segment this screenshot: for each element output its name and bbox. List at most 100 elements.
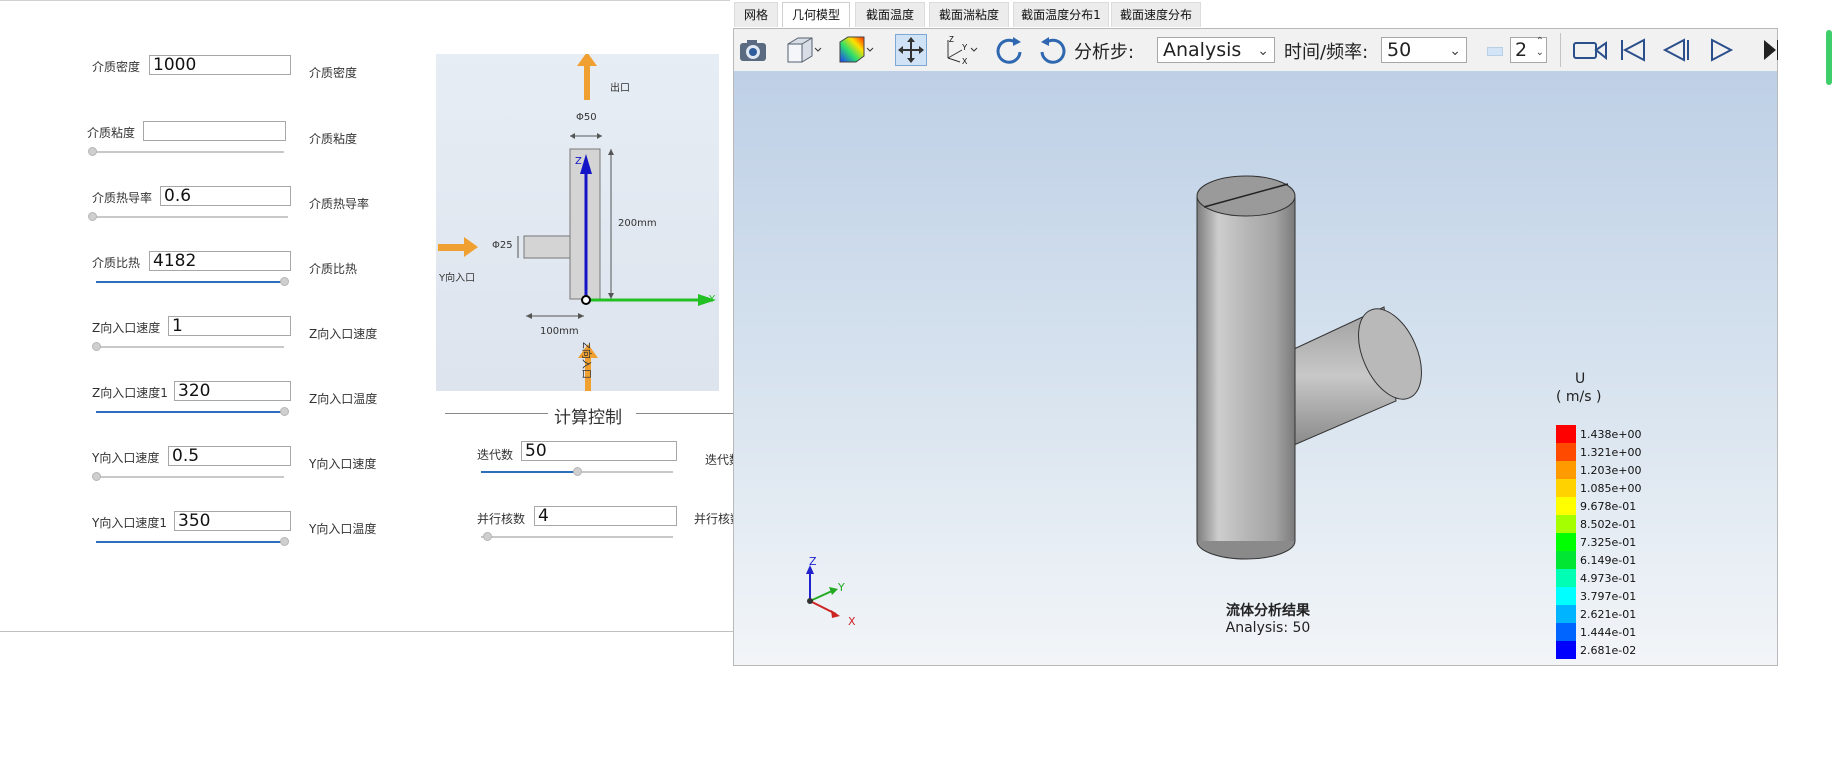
phi50-label: Φ50: [576, 112, 597, 123]
param-slider-knob[interactable]: [92, 342, 101, 351]
param-input[interactable]: [168, 316, 291, 336]
legend-swatch: [1556, 497, 1576, 515]
legend-swatch: [1556, 515, 1576, 533]
time-frequency-value: 50: [1387, 39, 1412, 61]
param-slider[interactable]: [96, 407, 289, 416]
rotate-ccw-icon[interactable]: [1037, 34, 1069, 66]
param-input[interactable]: [143, 121, 286, 141]
play-icon[interactable]: [1704, 34, 1736, 66]
param-slider[interactable]: [92, 342, 284, 351]
record-icon[interactable]: [1571, 34, 1609, 66]
param-input[interactable]: [149, 55, 291, 75]
svg-text:Y: Y: [962, 43, 968, 52]
legend-value: 7.325e-01: [1580, 536, 1637, 549]
rotate-cw-icon[interactable]: [993, 34, 1025, 66]
mini-slider-icon[interactable]: [1487, 47, 1503, 56]
param-label: 介质密度: [92, 60, 141, 74]
legend-value: 1.444e-01: [1580, 626, 1637, 639]
param-slider[interactable]: [88, 147, 284, 156]
cube-view-icon[interactable]: [784, 34, 822, 66]
param-input[interactable]: [174, 511, 291, 531]
analysis-step-select[interactable]: Analysis ⌄: [1157, 37, 1275, 63]
param-slider-knob[interactable]: [88, 147, 97, 156]
tee-pipe-diagram: 出口 Φ50 Φ25 200mm 100mm Y向入口 Z向入口 Z Y: [436, 54, 719, 391]
y-inlet-label: Y向入口: [439, 273, 476, 284]
param-slider-knob[interactable]: [280, 407, 289, 416]
chevron-down-icon: ⌄: [1449, 43, 1461, 59]
tab-2[interactable]: 截面温度: [855, 2, 925, 27]
legend-value: 1.321e+00: [1580, 446, 1642, 459]
param-slider[interactable]: [92, 472, 284, 481]
param-slider-fill: [96, 281, 284, 283]
last-frame-icon[interactable]: [1758, 34, 1778, 66]
param-input[interactable]: [174, 381, 291, 401]
svg-text:X: X: [962, 57, 968, 66]
iterations-label: 迭代数: [477, 448, 514, 462]
viewer-toolbar: ZYX 分析步: Analysis ⌄ 时间/频率: 50 ⌄ 2 ⌃ ⌄: [734, 29, 1778, 72]
z-inlet-label: Z向入口: [580, 342, 591, 379]
frame-spinner[interactable]: 2 ⌃ ⌄: [1510, 36, 1547, 63]
param-label: Z向入口速度: [92, 321, 161, 335]
cores-slider-knob[interactable]: [483, 532, 492, 541]
param-slider[interactable]: [96, 537, 289, 546]
scrollbar-thumb[interactable]: [1826, 30, 1832, 85]
legend-swatch: [1556, 533, 1576, 551]
legend-swatch: [1556, 461, 1576, 479]
result-caption-sub: Analysis: 50: [1225, 620, 1311, 636]
param-right-label: 介质比热: [309, 262, 358, 276]
param-slider-knob[interactable]: [280, 537, 289, 546]
section-rule-right: [636, 413, 733, 414]
tab-5[interactable]: 截面速度分布: [1111, 2, 1201, 27]
param-right-label: 介质热导率: [309, 197, 370, 211]
camera-icon[interactable]: [737, 34, 769, 66]
param-label: 介质热导率: [92, 191, 153, 205]
color-map-icon[interactable]: [836, 34, 874, 66]
param-label: 介质粘度: [87, 126, 136, 140]
triad-x-label: X: [848, 615, 856, 628]
height-label: 200mm: [618, 218, 657, 229]
legend-swatch: [1556, 569, 1576, 587]
legend-swatch: [1556, 623, 1576, 641]
param-input[interactable]: [149, 251, 291, 271]
tab-1[interactable]: 几何模型: [782, 2, 850, 27]
spinner-arrows-icon[interactable]: ⌃ ⌄: [1536, 36, 1544, 58]
param-slider-knob[interactable]: [88, 212, 97, 221]
top-divider: [0, 0, 730, 1]
diagram-y-axis-label: Y: [709, 294, 716, 305]
legend-value: 1.085e+00: [1580, 482, 1642, 495]
legend-value: 9.678e-01: [1580, 500, 1637, 513]
prev-frame-icon[interactable]: [1660, 34, 1692, 66]
bottom-divider: [0, 631, 733, 632]
legend-swatch: [1556, 551, 1576, 569]
cores-input[interactable]: [534, 506, 677, 526]
iterations-input[interactable]: [521, 441, 677, 461]
iterations-slider[interactable]: [481, 467, 673, 476]
time-frequency-select[interactable]: 50 ⌄: [1381, 37, 1467, 63]
cores-slider[interactable]: [481, 532, 673, 541]
calc-section-title: 计算控制: [554, 408, 622, 428]
triad-y-label: Y: [838, 581, 845, 594]
tab-0[interactable]: 网格: [734, 2, 778, 27]
param-slider-knob[interactable]: [280, 277, 289, 286]
param-slider[interactable]: [88, 212, 288, 221]
phi25-label: Φ25: [492, 240, 513, 251]
iterations-slider-fill: [481, 471, 577, 473]
iterations-right-label: 迭代数: [705, 453, 733, 467]
first-frame-icon[interactable]: [1616, 34, 1648, 66]
legend-swatch: [1556, 443, 1576, 461]
legend-swatch: [1556, 425, 1576, 443]
param-slider-knob[interactable]: [92, 472, 101, 481]
param-input[interactable]: [160, 186, 291, 206]
3d-viewport[interactable]: Z Y X 流体分析结果 Analysis: 50 U ( m/s ) 1.43…: [734, 71, 1777, 665]
param-right-label: Y向入口速度: [309, 457, 377, 471]
tab-4[interactable]: 截面温度分布1: [1013, 2, 1109, 27]
tee-pipe-drawing: [438, 54, 716, 391]
iterations-slider-knob[interactable]: [573, 467, 582, 476]
param-slider[interactable]: [96, 277, 289, 286]
axes-icon[interactable]: ZYX: [940, 34, 978, 66]
pan-icon[interactable]: [895, 34, 927, 66]
param-input[interactable]: [168, 446, 291, 466]
legend-value: 4.973e-01: [1580, 572, 1637, 585]
result-viewer: ZYX 分析步: Analysis ⌄ 时间/频率: 50 ⌄ 2 ⌃ ⌄ Z …: [733, 28, 1778, 666]
tab-3[interactable]: 截面湍粘度: [929, 2, 1009, 27]
